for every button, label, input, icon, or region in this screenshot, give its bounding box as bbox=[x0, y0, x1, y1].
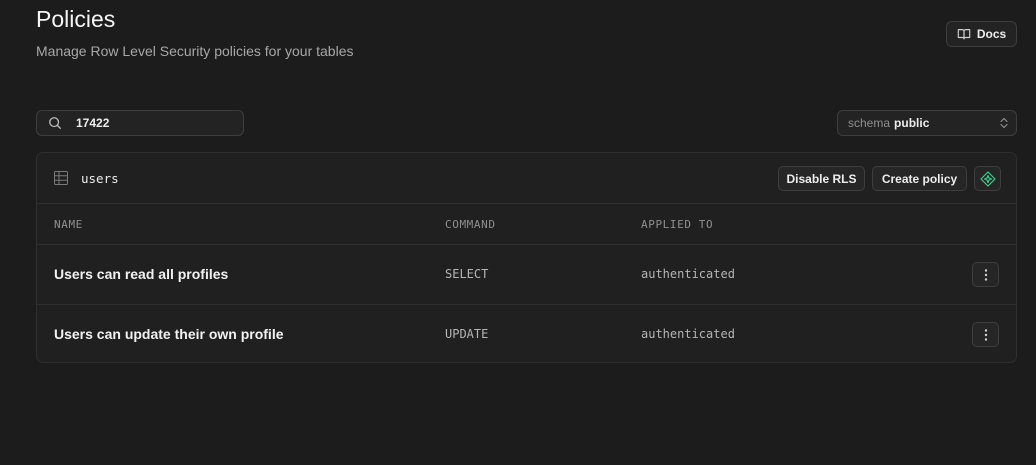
policies-table-panel: users Disable RLS Create policy NAME COM… bbox=[36, 152, 1017, 363]
row-actions-button[interactable] bbox=[972, 322, 999, 347]
policy-name: Users can read all profiles bbox=[54, 266, 229, 282]
schema-value: public bbox=[894, 116, 930, 130]
ai-diamond-icon bbox=[979, 170, 996, 187]
create-policy-button[interactable]: Create policy bbox=[872, 166, 967, 191]
page-subtitle: Manage Row Level Security policies for y… bbox=[36, 43, 354, 59]
disable-rls-button[interactable]: Disable RLS bbox=[778, 166, 865, 191]
schema-selector[interactable]: schema public bbox=[837, 110, 1017, 136]
row-actions-button[interactable] bbox=[972, 262, 999, 287]
book-icon bbox=[957, 29, 971, 40]
ai-assistant-button[interactable] bbox=[974, 166, 1001, 191]
column-header-name: NAME bbox=[54, 218, 83, 231]
table-row[interactable]: Users can update their own profile UPDAT… bbox=[37, 304, 1016, 362]
search-input[interactable] bbox=[76, 116, 226, 130]
table-name: users bbox=[81, 171, 119, 186]
more-vertical-icon bbox=[984, 268, 987, 281]
search-box[interactable] bbox=[36, 110, 244, 136]
table-panel-header: users Disable RLS Create policy bbox=[37, 153, 1016, 204]
docs-label: Docs bbox=[976, 27, 1007, 41]
policy-applied-to: authenticated bbox=[641, 327, 735, 341]
table-column-headers: NAME COMMAND APPLIED TO bbox=[37, 204, 1016, 245]
policy-name: Users can update their own profile bbox=[54, 326, 284, 342]
table-icon bbox=[54, 171, 68, 185]
policy-command: SELECT bbox=[445, 267, 489, 281]
more-vertical-icon bbox=[984, 328, 987, 341]
column-header-command: COMMAND bbox=[445, 218, 496, 231]
table-row[interactable]: Users can read all profiles SELECT authe… bbox=[37, 245, 1016, 304]
policy-applied-to: authenticated bbox=[641, 267, 735, 281]
chevron-up-down-icon bbox=[1000, 117, 1008, 129]
column-header-applied-to: APPLIED TO bbox=[641, 218, 714, 231]
schema-label: schema bbox=[848, 116, 891, 130]
docs-button[interactable]: Docs bbox=[946, 21, 1017, 47]
search-icon bbox=[49, 117, 62, 130]
policy-command: UPDATE bbox=[445, 327, 489, 341]
page-title: Policies bbox=[36, 6, 116, 32]
